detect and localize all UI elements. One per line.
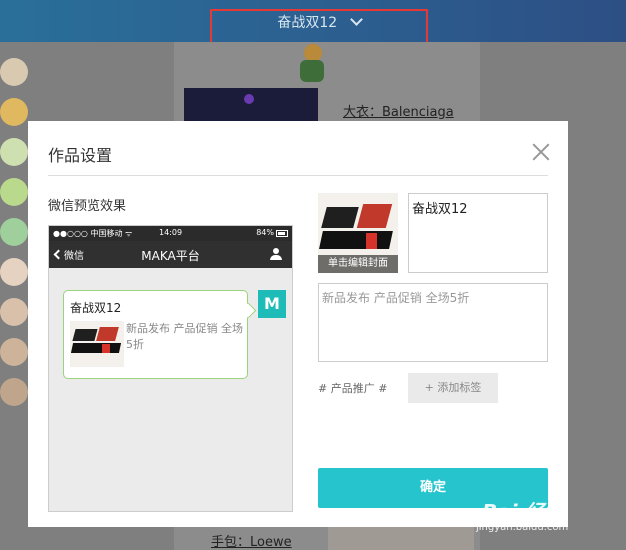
sticker-icon: [0, 98, 28, 126]
modal-title: 作品设置: [48, 146, 113, 165]
card-thumbnail: [70, 321, 124, 367]
preview-label: 微信预览效果: [48, 199, 127, 214]
sticker-icon: [0, 298, 28, 326]
top-bar: 奋战双12: [0, 0, 626, 49]
wechat-preview-phone: ●●○○○ 中国移动 ᯤ 14:09 84% 微信 MAKA平台 奋战双12 新…: [48, 225, 293, 512]
phone-status-bar: ●●○○○ 中国移动 ᯤ 14:09 84%: [49, 226, 292, 241]
sticker-column: [0, 58, 28, 418]
chevron-down-icon: [349, 13, 363, 26]
title-input[interactable]: 奋战双12: [408, 193, 548, 273]
sticker-icon: [0, 378, 28, 406]
watermark-url: jingyan.baidu.com: [476, 522, 569, 533]
product-photo: [184, 88, 318, 122]
watermark-main: Bai 经验: [482, 500, 565, 524]
sticker-icon: [0, 338, 28, 366]
baidu-jingyan-watermark: Bai 经验 jingyan.baidu.com: [476, 492, 626, 550]
tag-text: # 产品推广 #: [318, 382, 388, 395]
card-description: 新品发布 产品促销 全场5折: [126, 322, 243, 351]
close-icon[interactable]: [530, 141, 552, 163]
divider: [48, 175, 548, 176]
sticker-icon: [0, 178, 28, 206]
description-input[interactable]: 新品发布 产品促销 全场5折: [318, 283, 548, 362]
battery-text: 84%: [256, 228, 274, 237]
character-illustration-icon: [286, 44, 340, 90]
carrier-text: ●●○○○ 中国移动 ᯤ: [53, 229, 133, 238]
product-photo-2: [328, 527, 474, 550]
product-label-bag[interactable]: 手包：Loewe: [211, 531, 292, 550]
avatar: M: [258, 290, 286, 318]
sticker-icon: [0, 218, 28, 246]
card-title: 奋战双12: [70, 301, 122, 315]
header-title: 奋战双12: [277, 15, 338, 31]
phone-nav-title: MAKA平台: [141, 249, 200, 263]
share-card-preview: 奋战双12 新品发布 产品促销 全场5折: [63, 290, 248, 379]
sticker-icon: [0, 258, 28, 286]
settings-modal: 作品设置 微信预览效果 ●●○○○ 中国移动 ᯤ 14:09 84% 微信 MA…: [28, 121, 568, 527]
edit-cover-label: 单击编辑封面: [318, 255, 398, 273]
phone-nav-bar: 微信 MAKA平台: [49, 241, 292, 268]
product-label-coat[interactable]: 大衣：Balenciaga: [343, 101, 454, 120]
user-icon: [270, 248, 282, 261]
sticker-icon: [0, 138, 28, 166]
add-tag-button[interactable]: + 添加标签: [408, 373, 498, 403]
sticker-icon: [0, 58, 28, 86]
cover-image-button[interactable]: 单击编辑封面: [318, 193, 398, 273]
time-text: 14:09: [159, 228, 183, 237]
battery-icon: [276, 230, 288, 237]
